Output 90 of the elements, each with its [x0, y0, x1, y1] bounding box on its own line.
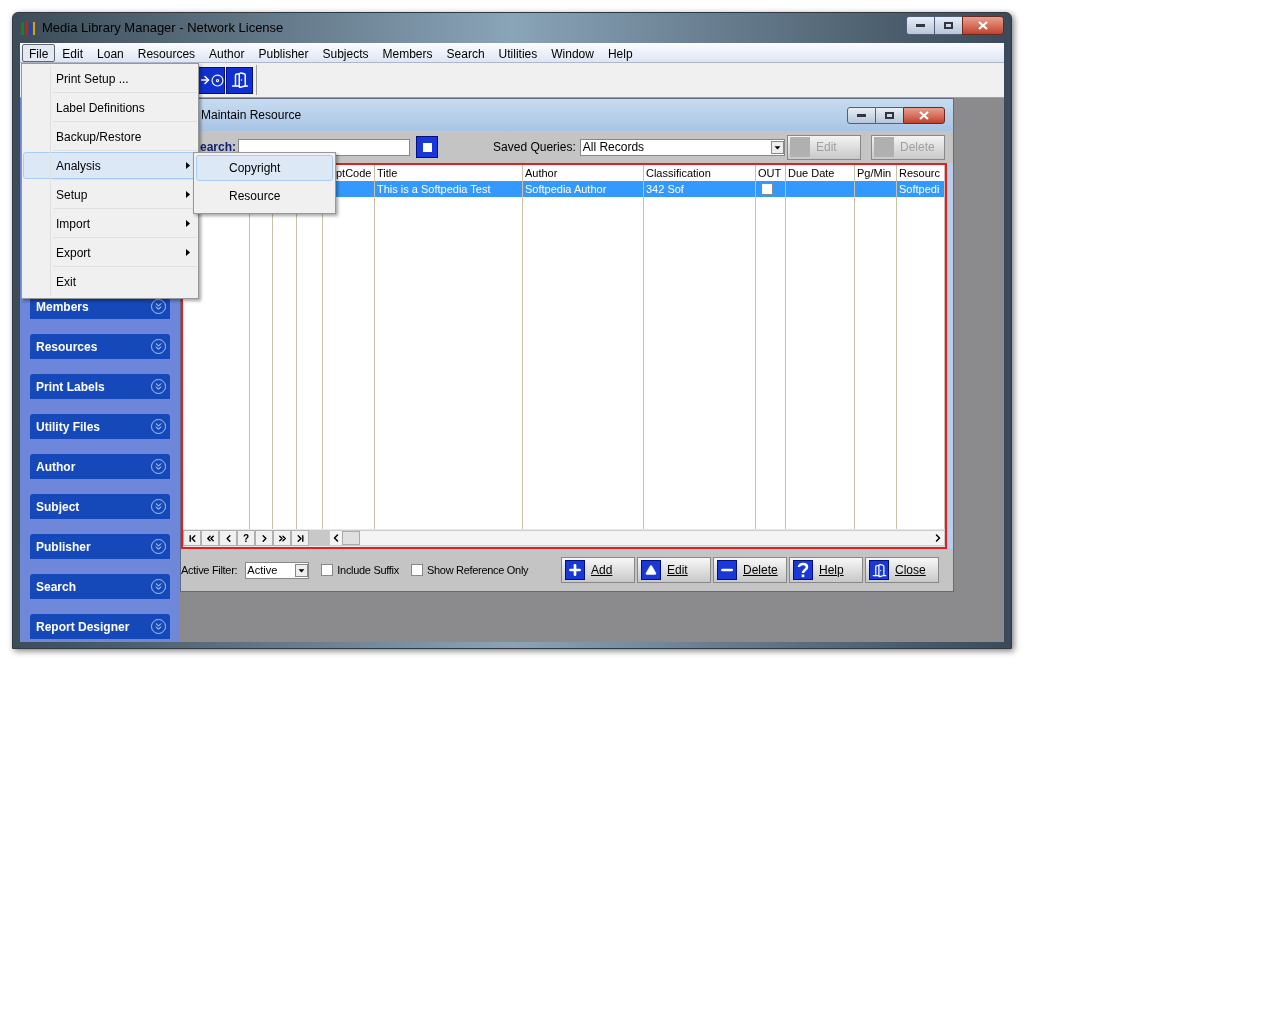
- checkbox-label: Include Suffix: [337, 562, 399, 578]
- column-header[interactable]: Resourc: [899, 165, 940, 181]
- maximize-button[interactable]: [935, 15, 962, 35]
- close-button[interactable]: [962, 15, 1004, 35]
- action-button[interactable]: Add: [561, 557, 635, 583]
- menu-item[interactable]: Resource: [196, 183, 333, 209]
- menu-item[interactable]: Edit: [55, 43, 91, 62]
- menu-item[interactable]: Import: [23, 210, 197, 237]
- menu-item[interactable]: Search: [439, 43, 492, 62]
- scrollbar-corner: [309, 530, 329, 546]
- menu-item[interactable]: Setup: [23, 181, 197, 208]
- door-icon: [869, 560, 889, 580]
- menu-item[interactable]: Author: [202, 43, 252, 62]
- close-icon: [978, 20, 988, 30]
- next-record-button[interactable]: [255, 530, 273, 546]
- submenu-arrow-icon: [186, 162, 190, 169]
- books-icon: [20, 20, 36, 36]
- minimize-button[interactable]: [906, 15, 935, 35]
- child-window-title: Maintain Resource: [201, 107, 302, 124]
- menu-item[interactable]: Utilities: [491, 43, 545, 62]
- menu-item[interactable]: Resources: [130, 43, 203, 62]
- sidebar-item[interactable]: Subject: [30, 494, 170, 519]
- menu-item[interactable]: Help: [600, 43, 640, 62]
- menu-item[interactable]: Copyright: [196, 155, 333, 181]
- search-label: earch:: [200, 139, 237, 156]
- action-button[interactable]: Close: [865, 557, 939, 583]
- stop-icon: [422, 142, 432, 152]
- previous-page-button[interactable]: [201, 530, 219, 546]
- sidebar-item[interactable]: Author: [30, 454, 170, 479]
- sidebar-item[interactable]: Search: [30, 574, 170, 599]
- sidebar-item[interactable]: Publisher: [30, 534, 170, 559]
- refresh-button[interactable]: ?: [237, 530, 255, 546]
- column-header[interactable]: ptCode: [336, 165, 372, 181]
- plus-icon: [565, 560, 585, 580]
- window-title: Media Library Manager - Network License: [42, 19, 284, 38]
- column-header[interactable]: Due Date: [788, 165, 835, 181]
- sidebar-item[interactable]: Resources: [30, 334, 170, 359]
- table-cell-text: Softpedi: [898, 182, 941, 197]
- column-header[interactable]: Pg/Min: [857, 165, 892, 181]
- table-cell-text: Softpedia Author: [524, 182, 608, 197]
- horizontal-scrollbar[interactable]: [329, 530, 945, 546]
- close-icon: [919, 110, 929, 120]
- menu-item[interactable]: Members: [375, 43, 440, 62]
- sidebar-item[interactable]: Report Designer: [30, 614, 170, 639]
- active-filter-label: Active Filter:: [181, 562, 238, 578]
- menu-item[interactable]: Publisher: [251, 43, 316, 62]
- minimize-button[interactable]: [847, 106, 876, 124]
- question-icon: [793, 560, 813, 580]
- column-header[interactable]: Author: [525, 165, 558, 181]
- menu-item[interactable]: Label Definitions: [23, 94, 197, 121]
- menu-item[interactable]: Loan: [90, 43, 131, 62]
- column-header[interactable]: Classification: [646, 165, 711, 181]
- sidebar-item[interactable]: Print Labels: [30, 374, 170, 399]
- column-header[interactable]: Title: [377, 165, 398, 181]
- action-button[interactable]: Delete: [713, 557, 787, 583]
- menu-item[interactable]: Export: [23, 239, 197, 266]
- table-cell[interactable]: [855, 181, 896, 197]
- menu-item[interactable]: Window: [544, 43, 601, 62]
- previous-record-button[interactable]: [219, 530, 237, 546]
- action-button[interactable]: Edit: [637, 557, 711, 583]
- stop-button[interactable]: [416, 136, 439, 158]
- submenu-arrow-icon: [186, 220, 190, 227]
- table-cell-text: 342 Sof: [645, 182, 685, 197]
- menu-item[interactable]: File: [22, 43, 56, 62]
- next-page-button[interactable]: [273, 530, 291, 546]
- submenu-arrow-icon: [186, 191, 190, 198]
- active-filter-dropdown[interactable]: Active: [245, 561, 310, 579]
- close-button[interactable]: [903, 106, 945, 124]
- minus-icon: [717, 560, 737, 580]
- table-cell-text: This is a Softpedia Test: [376, 182, 492, 197]
- last-record-button[interactable]: [291, 530, 309, 546]
- table-cell[interactable]: [786, 181, 854, 197]
- checkbox[interactable]: [761, 183, 773, 195]
- action-button[interactable]: Help: [789, 557, 863, 583]
- scroll-thumb[interactable]: [342, 531, 360, 545]
- checkbox[interactable]: [410, 564, 423, 576]
- menu-item[interactable]: Print Setup ...: [23, 65, 197, 92]
- checkbox-label: Show Reference Only: [426, 562, 529, 578]
- submenu-arrow-icon: [186, 249, 190, 256]
- checkbox[interactable]: [321, 564, 334, 576]
- menu-item[interactable]: Backup/Restore: [23, 123, 197, 150]
- saved-queries-dropdown[interactable]: All Records: [579, 138, 785, 156]
- menu-item[interactable]: Exit: [23, 268, 197, 295]
- first-record-button[interactable]: [183, 530, 201, 546]
- sidebar-item[interactable]: Utility Files: [30, 414, 170, 439]
- maximize-button[interactable]: [876, 106, 903, 124]
- menu-item[interactable]: Subjects: [315, 43, 376, 62]
- column-header[interactable]: OUT: [758, 165, 782, 181]
- saved-queries-label: Saved Queries:: [493, 139, 576, 156]
- door-icon[interactable]: [226, 66, 253, 94]
